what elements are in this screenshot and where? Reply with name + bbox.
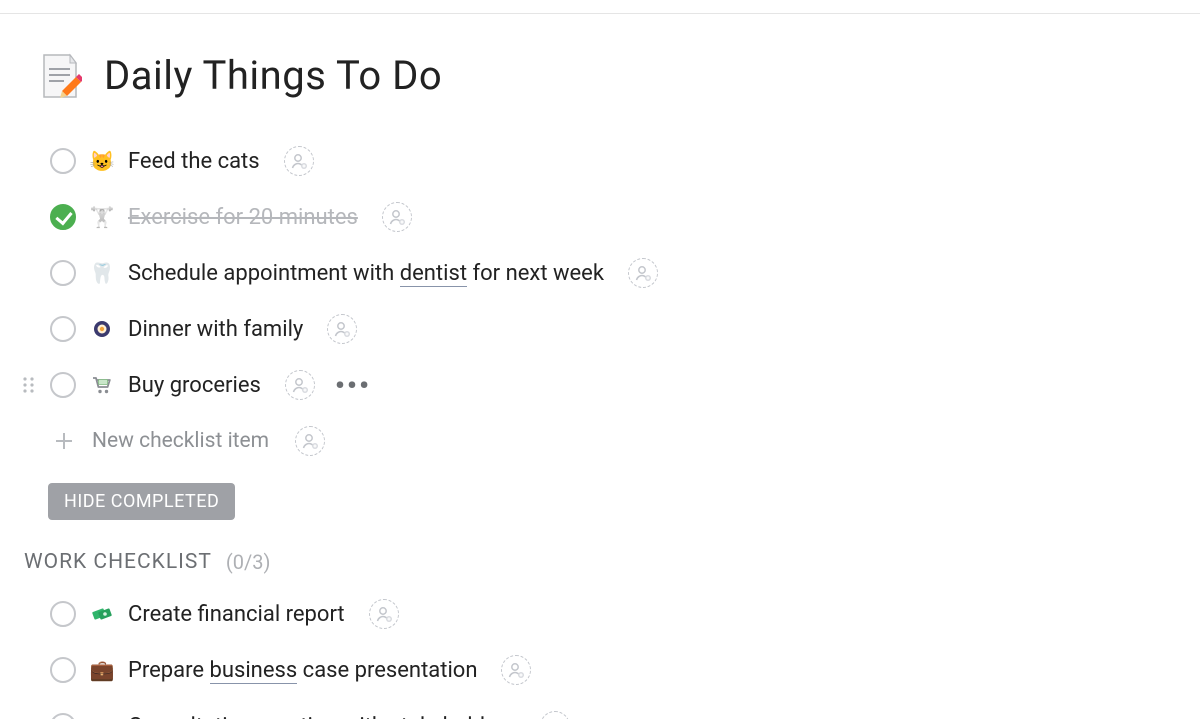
section-title: WORK CHECKLIST <box>24 550 212 574</box>
checkbox[interactable] <box>50 316 76 342</box>
checkbox[interactable] <box>50 204 76 230</box>
item-label[interactable]: Prepare business case presentation <box>128 658 477 683</box>
page-header: Daily Things To Do <box>36 52 1164 99</box>
section-count: (0/3) <box>226 550 271 574</box>
list-item[interactable]: 👥 Consultation meeting with stakeholders <box>50 698 1164 719</box>
assign-user-icon[interactable] <box>628 258 658 288</box>
new-item-placeholder[interactable]: New checklist item <box>92 429 269 453</box>
list-item[interactable]: 🏋️ Exercise for 20 minutes <box>50 189 1164 245</box>
assign-user-icon[interactable] <box>382 202 412 232</box>
item-label-prefix: Prepare <box>128 658 210 683</box>
list-item[interactable]: Create financial report <box>50 586 1164 642</box>
checkbox[interactable] <box>50 148 76 174</box>
notepad-edit-icon <box>36 53 82 99</box>
item-label[interactable]: Dinner with family <box>128 317 303 342</box>
plate-utensils-icon <box>90 318 114 340</box>
item-label[interactable]: Buy groceries <box>128 373 261 398</box>
list-item[interactable]: 😺 Feed the cats <box>50 133 1164 189</box>
work-checklist: Create financial report 💼 Prepare busine… <box>36 586 1164 719</box>
checkbox[interactable] <box>50 657 76 683</box>
item-label[interactable]: Create financial report <box>128 602 345 627</box>
tooth-icon: 🦷 <box>90 261 114 285</box>
hide-completed-button[interactable]: HIDE COMPLETED <box>48 483 235 520</box>
checkbox[interactable] <box>50 372 76 398</box>
daily-checklist: 😺 Feed the cats 🏋️ Exercise for 20 minut… <box>36 133 1164 465</box>
item-label[interactable]: Feed the cats <box>128 149 260 174</box>
briefcase-icon: 💼 <box>90 658 114 682</box>
assign-user-icon[interactable] <box>501 655 531 685</box>
list-item[interactable]: Buy groceries ••• <box>50 357 1164 413</box>
item-label[interactable]: Consultation meeting with stakeholders <box>128 714 516 719</box>
list-item[interactable]: Dinner with family <box>50 301 1164 357</box>
item-label-suffix: case presentation <box>297 658 477 683</box>
list-item[interactable]: 💼 Prepare business case presentation <box>50 642 1164 698</box>
list-item[interactable]: 🦷 Schedule appointment with dentist for … <box>50 245 1164 301</box>
checkbox[interactable] <box>50 601 76 627</box>
weight-lifter-icon: 🏋️ <box>90 205 114 229</box>
new-item-row[interactable]: New checklist item <box>52 417 1164 465</box>
checkbox[interactable] <box>50 260 76 286</box>
assign-user-icon[interactable] <box>284 146 314 176</box>
item-label-underlined: dentist <box>400 261 467 287</box>
assign-user-icon[interactable] <box>327 314 357 344</box>
item-label[interactable]: Exercise for 20 minutes <box>128 205 358 230</box>
item-label[interactable]: Schedule appointment with dentist for ne… <box>128 261 604 286</box>
work-checklist-heading[interactable]: WORK CHECKLIST (0/3) <box>24 550 1164 574</box>
assign-user-icon[interactable] <box>285 370 315 400</box>
plus-icon[interactable] <box>52 429 76 453</box>
assign-user-icon[interactable] <box>369 599 399 629</box>
assign-user-icon[interactable] <box>540 711 570 719</box>
page-content: Daily Things To Do 😺 Feed the cats 🏋️ Ex… <box>0 14 1200 719</box>
assign-user-icon[interactable] <box>295 426 325 456</box>
page-title: Daily Things To Do <box>104 52 442 99</box>
item-label-suffix: for next week <box>467 261 604 286</box>
window-top-divider <box>0 0 1200 14</box>
more-actions-icon[interactable]: ••• <box>335 369 371 402</box>
checkbox[interactable] <box>50 713 76 719</box>
item-label-underlined: business <box>210 658 298 684</box>
money-wings-icon <box>90 603 114 625</box>
item-label-prefix: Schedule appointment with <box>128 261 400 286</box>
cat-face-icon: 😺 <box>90 149 114 173</box>
shopping-cart-icon <box>90 374 114 396</box>
people-icon: 👥 <box>90 714 114 719</box>
drag-handle-icon[interactable] <box>22 375 38 395</box>
